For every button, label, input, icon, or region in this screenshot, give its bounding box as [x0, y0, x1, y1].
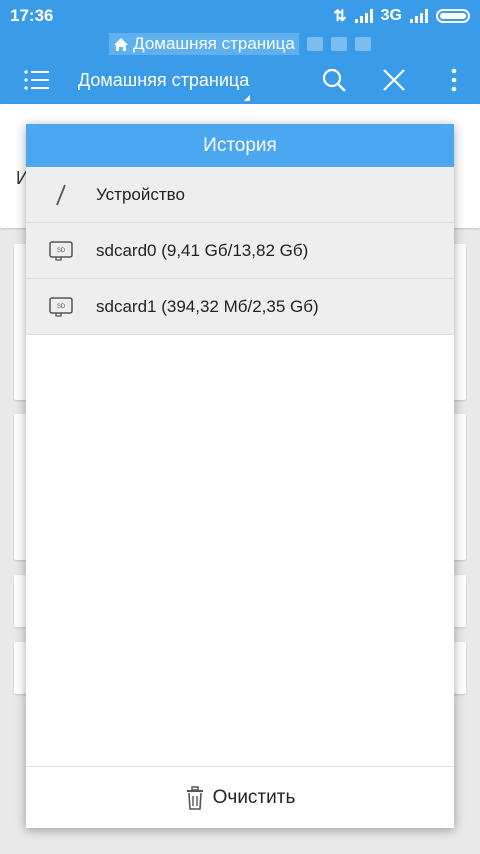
- clear-label: Очистить: [212, 786, 296, 808]
- network-type: 3G: [380, 7, 402, 24]
- sd-card-icon: SD: [26, 240, 96, 261]
- history-item-label: Устройство: [96, 184, 185, 204]
- battery-icon: [436, 9, 470, 23]
- toolbar: Домашняя страница: [0, 56, 480, 104]
- tab-home-label: Домашняя страница: [133, 34, 295, 53]
- svg-text:SD: SD: [57, 304, 66, 310]
- search-button[interactable]: [308, 56, 360, 104]
- menu-icon: [24, 70, 49, 90]
- signal-icon: [354, 9, 373, 23]
- svg-text:SD: SD: [57, 248, 66, 254]
- history-item-sdcard0[interactable]: SD sdcard0 (9,41 Gб/13,82 Gб): [26, 223, 454, 279]
- more-vert-icon: [451, 68, 457, 92]
- history-dialog: История Устройство SD sdcard0 (9,41 Gб/1…: [26, 124, 454, 828]
- more-button[interactable]: [428, 56, 480, 104]
- history-item-label: sdcard1 (394,32 Мб/2,35 Gб): [96, 296, 319, 316]
- tab-icon-1[interactable]: [306, 37, 323, 51]
- search-icon: [322, 68, 346, 92]
- tab-icon-3[interactable]: [354, 37, 371, 51]
- clear-button[interactable]: Очистить: [26, 766, 454, 828]
- trash-icon: [186, 785, 203, 810]
- history-item-device[interactable]: Устройство: [26, 167, 454, 223]
- tab-home[interactable]: Домашняя страница: [109, 33, 299, 55]
- sd-card-icon: SD: [26, 296, 96, 317]
- close-icon: [383, 69, 405, 91]
- window-tabs: Домашняя страница: [0, 32, 480, 56]
- root-slash-icon: [26, 183, 96, 207]
- dialog-title: История: [26, 124, 454, 167]
- toolbar-title[interactable]: Домашняя страница: [78, 70, 308, 101]
- menu-button[interactable]: [10, 56, 62, 104]
- signal-icon-2: [410, 9, 428, 23]
- tab-icon-2[interactable]: [330, 37, 347, 51]
- close-button[interactable]: [368, 56, 420, 104]
- status-bar: 17:36 ⇅ 3G: [0, 0, 480, 32]
- history-item-sdcard1[interactable]: SD sdcard1 (394,32 Мб/2,35 Gб): [26, 279, 454, 335]
- home-icon: [114, 37, 129, 51]
- history-item-label: sdcard0 (9,41 Gб/13,82 Gб): [96, 240, 309, 260]
- data-arrows-icon: ⇅: [333, 8, 347, 25]
- status-icons: ⇅ 3G: [333, 6, 470, 26]
- status-time: 17:36: [10, 6, 54, 25]
